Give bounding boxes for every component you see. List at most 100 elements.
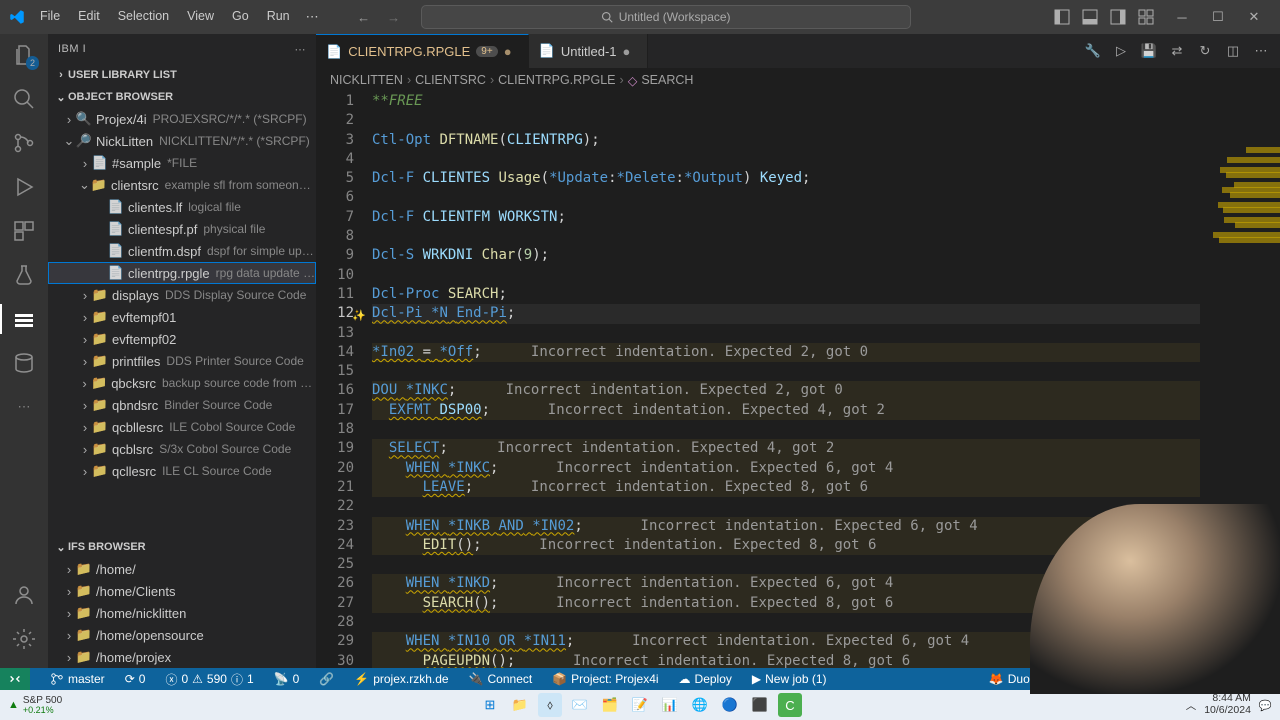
notifications-icon[interactable]: 🔔: [1251, 672, 1274, 686]
taskbar-app[interactable]: 🌐: [688, 693, 712, 717]
code-editor[interactable]: 1234567891011121314151617181920212223242…: [316, 92, 1280, 668]
taskbar-app[interactable]: 📁: [508, 693, 532, 717]
zoom-icon[interactable]: 🔍: [1046, 672, 1069, 686]
tray-chevron-icon[interactable]: ︿: [1186, 698, 1197, 713]
menu-edit[interactable]: Edit: [70, 5, 108, 29]
tab-untitled[interactable]: 📄 Untitled-1 ●: [529, 34, 648, 68]
minimize-button[interactable]: ─: [1164, 2, 1200, 32]
layout-grid-icon[interactable]: [1136, 7, 1156, 27]
tools-icon[interactable]: 🔧: [1084, 43, 1102, 59]
job-status[interactable]: ▶ New job (1): [748, 672, 831, 686]
settings-gear-icon[interactable]: [11, 626, 37, 652]
database-icon[interactable]: [11, 350, 37, 376]
ports-status[interactable]: 📡 0: [270, 672, 304, 686]
close-button[interactable]: ✕: [1236, 2, 1272, 32]
account-icon[interactable]: [11, 582, 37, 608]
remote-indicator[interactable]: [0, 668, 30, 690]
search-activity-icon[interactable]: [11, 86, 37, 112]
feedback-icon[interactable]: 💬: [1216, 672, 1239, 686]
tree-folder[interactable]: ›📁qbcksrcbackup source code from cle...: [48, 372, 316, 394]
refresh-icon[interactable]: ↻: [1196, 43, 1214, 59]
split-icon[interactable]: ◫: [1224, 43, 1242, 59]
tree-clientsrc[interactable]: ⌄📁clientsrcexample sfl from someone el..…: [48, 174, 316, 196]
sidebar-more-icon[interactable]: ⋯: [295, 43, 307, 56]
tree-ifs-item[interactable]: ›📁/home/nicklitten: [48, 602, 316, 624]
tree-folder[interactable]: ›📁evftempf02: [48, 328, 316, 350]
menu-file[interactable]: File: [32, 5, 68, 29]
cursor-position[interactable]: Ln 12, Col: [1081, 672, 1144, 686]
menu-run[interactable]: Run: [259, 5, 298, 29]
sync-status[interactable]: ⟳ 0: [121, 672, 150, 686]
tree-file-active[interactable]: 📄clientrpg.rpglerpg data update ha...: [48, 262, 316, 284]
language-mode[interactable]: RPGLE: [1155, 672, 1204, 686]
notification-tray-icon[interactable]: 💬: [1259, 699, 1272, 712]
nav-back-icon[interactable]: ←: [355, 8, 373, 26]
run-icon[interactable]: ▷: [1112, 43, 1130, 59]
tree-sample[interactable]: ›📄#sample*FILE: [48, 152, 316, 174]
more-icon[interactable]: ⋯: [1252, 43, 1270, 59]
toggle-sidebar-icon[interactable]: [1108, 7, 1128, 27]
tree-folder[interactable]: ›📁evftempf01: [48, 306, 316, 328]
taskbar-app[interactable]: 📝: [628, 693, 652, 717]
tree-file[interactable]: 📄clientespf.pfphysical file: [48, 218, 316, 240]
taskbar-vscode[interactable]: ⬨: [538, 693, 562, 717]
taskbar-app[interactable]: ✉️: [568, 693, 592, 717]
menu-go[interactable]: Go: [224, 5, 257, 29]
tree-folder[interactable]: ›📁printfilesDDS Printer Source Code: [48, 350, 316, 372]
deploy-status[interactable]: ☁ Deploy: [675, 672, 736, 686]
taskbar-app[interactable]: 🔵: [718, 693, 742, 717]
tree-ifs-item[interactable]: ›📁/home/: [48, 558, 316, 580]
section-user-library[interactable]: ›USER LIBRARY LIST: [48, 64, 316, 86]
tree-folder[interactable]: ›📁qcbllesrcILE Cobol Source Code: [48, 416, 316, 438]
tree-projex[interactable]: ›🔍Projex/4iPROJEXSRC/*/*.* (*SRCPF): [48, 108, 316, 130]
breadcrumb[interactable]: NICKLITTEN› CLIENTSRC› CLIENTRPG.RPGLE› …: [316, 68, 1280, 92]
tree-file[interactable]: 📄clientes.lflogical file: [48, 196, 316, 218]
tab-dirty-icon[interactable]: ●: [623, 44, 637, 59]
menu-selection[interactable]: Selection: [110, 5, 177, 29]
run-debug-icon[interactable]: [11, 174, 37, 200]
git-branch[interactable]: master: [46, 672, 109, 686]
tab-dirty-icon[interactable]: ●: [504, 44, 518, 59]
menu-overflow[interactable]: ⋯: [300, 5, 325, 29]
stock-widget[interactable]: ▲ S&P 500 +0.21%: [8, 696, 62, 715]
nav-forward-icon[interactable]: →: [385, 8, 403, 26]
layout-customize-icon[interactable]: [1052, 7, 1072, 27]
explorer-icon[interactable]: 2: [11, 42, 37, 68]
start-icon[interactable]: ⊞: [478, 693, 502, 717]
section-ifs-browser[interactable]: ⌄IFS BROWSER: [48, 536, 316, 558]
tree-ifs-item[interactable]: ›📁/home/projex: [48, 646, 316, 668]
compare-icon[interactable]: ⇄: [1168, 43, 1186, 59]
taskbar-date[interactable]: 10/6/2024: [1204, 705, 1251, 717]
duo-status[interactable]: 🦊 Duo: [985, 672, 1034, 686]
tree-folder[interactable]: ›📁displaysDDS Display Source Code: [48, 284, 316, 306]
project-status[interactable]: 📦 Project: Projex4i: [548, 672, 662, 686]
extensions-icon[interactable]: [11, 218, 37, 244]
taskbar-app[interactable]: 🗂️: [598, 693, 622, 717]
tree-folder[interactable]: ›📁qbndsrcBinder Source Code: [48, 394, 316, 416]
connect-status[interactable]: 🔌 Connect: [465, 672, 537, 686]
testing-icon[interactable]: [11, 262, 37, 288]
minimap[interactable]: [1200, 92, 1280, 668]
tab-clientrpg[interactable]: 📄 CLIENTRPG.RPGLE 9+ ●: [316, 34, 529, 68]
taskbar-app[interactable]: ⬛: [748, 693, 772, 717]
taskbar-app[interactable]: 📊: [658, 693, 682, 717]
tree-ifs-item[interactable]: ›📁/home/Clients: [48, 580, 316, 602]
scm-icon[interactable]: [11, 130, 37, 156]
menu-view[interactable]: View: [179, 5, 222, 29]
tree-file[interactable]: 📄clientfm.dspfdspf for simple update: [48, 240, 316, 262]
tree-nicklitten[interactable]: ⌄🔎NickLittenNICKLITTEN/*/*.* (*SRCPF): [48, 130, 316, 152]
tree-folder[interactable]: ›📁qcblsrcS/3x Cobol Source Code: [48, 438, 316, 460]
tree-folder[interactable]: ›📁qcllesrcILE CL Source Code: [48, 460, 316, 482]
overflow-icon[interactable]: ⋯: [11, 394, 37, 420]
live-share[interactable]: 🔗: [315, 672, 338, 686]
remote-host[interactable]: ⚡ projex.rzkh.de: [350, 672, 452, 686]
command-center[interactable]: Untitled (Workspace): [421, 5, 911, 29]
taskbar-app[interactable]: C: [778, 693, 802, 717]
maximize-button[interactable]: ☐: [1200, 2, 1236, 32]
save-icon[interactable]: 💾: [1140, 43, 1158, 59]
section-object-browser[interactable]: ⌄OBJECT BROWSER: [48, 86, 316, 108]
problems-status[interactable]: ⓧ 0 ⚠ 590 ⓘ 1: [161, 671, 257, 688]
toggle-panel-icon[interactable]: [1080, 7, 1100, 27]
ibmi-icon[interactable]: [11, 306, 37, 332]
tree-ifs-item[interactable]: ›📁/home/opensource: [48, 624, 316, 646]
